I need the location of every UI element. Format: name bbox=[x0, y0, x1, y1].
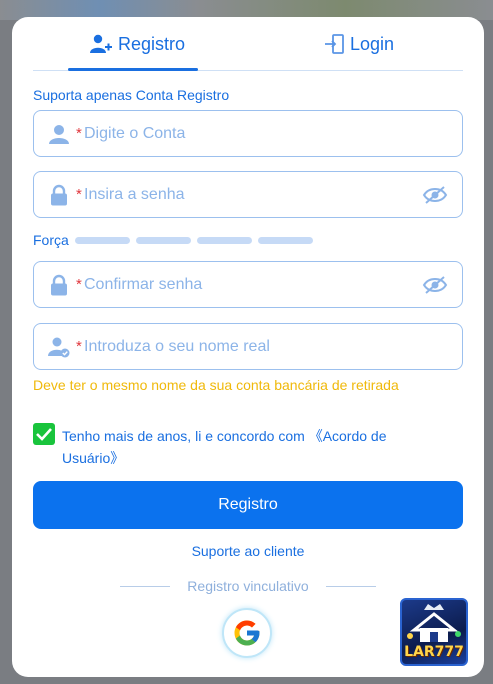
google-icon bbox=[234, 620, 260, 646]
strength-bar-segment bbox=[135, 236, 191, 244]
strength-label: Força bbox=[33, 232, 69, 248]
account-type-hint: Suporta apenas Conta Registro bbox=[33, 87, 230, 103]
lock-icon bbox=[51, 274, 67, 296]
account-field[interactable]: * bbox=[33, 110, 463, 157]
strength-bar-segment bbox=[257, 236, 313, 244]
bind-register-divider: Registro vinculativo bbox=[120, 578, 376, 596]
register-modal: Registro Login Suporta apenas Conta Regi… bbox=[12, 17, 484, 677]
app-logo-text: LAR777 bbox=[404, 644, 464, 660]
confirm-password-field[interactable]: * bbox=[33, 261, 463, 308]
user-plus-icon bbox=[90, 34, 112, 53]
required-mark: * bbox=[76, 186, 82, 203]
required-mark: * bbox=[76, 338, 82, 355]
customer-support-link[interactable]: Suporte ao cliente bbox=[12, 543, 484, 559]
password-field[interactable]: * bbox=[33, 171, 463, 218]
login-door-icon bbox=[325, 34, 344, 54]
app-logo[interactable]: LAR777 bbox=[400, 598, 468, 666]
required-mark: * bbox=[76, 276, 82, 293]
user-icon bbox=[49, 125, 69, 144]
password-input[interactable] bbox=[84, 181, 414, 209]
checkmark-icon bbox=[36, 428, 52, 441]
agreement-text[interactable]: Tenho mais de anos, li e concordo com 《A… bbox=[62, 425, 442, 469]
lock-icon bbox=[51, 184, 67, 206]
google-login-button[interactable] bbox=[222, 608, 272, 658]
password-strength: Força bbox=[33, 232, 319, 248]
realname-field[interactable]: * bbox=[33, 323, 463, 370]
strength-bar-segment bbox=[74, 236, 130, 244]
strength-bar-segment bbox=[196, 236, 252, 244]
tab-login-label: Login bbox=[350, 33, 395, 54]
register-button[interactable]: Registro bbox=[33, 481, 463, 529]
tab-login[interactable]: Login bbox=[324, 31, 394, 57]
realname-input[interactable] bbox=[84, 333, 414, 361]
eye-slash-icon[interactable] bbox=[422, 275, 448, 295]
divider-line bbox=[326, 586, 376, 587]
confirm-password-input[interactable] bbox=[84, 271, 414, 299]
realname-warning: Deve ter o mesmo nome da sua conta bancá… bbox=[33, 377, 399, 393]
tab-register-label: Registro bbox=[118, 33, 186, 54]
auth-tabs: Registro Login bbox=[33, 17, 463, 71]
eye-slash-icon[interactable] bbox=[422, 185, 448, 205]
agreement-checkbox[interactable] bbox=[33, 423, 55, 445]
active-tab-indicator bbox=[68, 68, 198, 71]
user-verified-icon bbox=[48, 337, 70, 358]
required-mark: * bbox=[76, 125, 82, 142]
house-crown-icon bbox=[407, 604, 461, 642]
tab-register[interactable]: Registro bbox=[90, 31, 185, 57]
account-input[interactable] bbox=[84, 120, 414, 148]
